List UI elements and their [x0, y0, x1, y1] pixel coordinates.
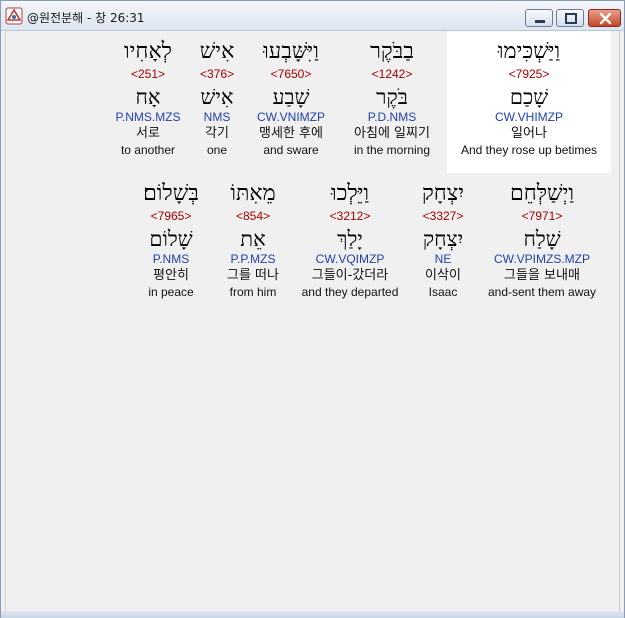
parsing-code: P.NMS [152, 252, 190, 266]
parsing-code: P.D.NMS [367, 110, 417, 124]
word-row2-2[interactable]: יִצְחָק <3327> יִצְחָק NE 이삭이 Isaac [406, 181, 480, 300]
maximize-icon [565, 13, 577, 24]
lemma-word: אָח [135, 85, 161, 109]
window-bottom-border [1, 611, 624, 618]
korean-gloss: 일어나 [511, 126, 547, 141]
korean-gloss: 평안히 [153, 268, 189, 283]
hebrew-word: בַבֹּקֶר [370, 39, 414, 64]
close-button[interactable] [588, 9, 621, 27]
korean-gloss: 서로 [136, 126, 160, 141]
korean-gloss: 각기 [205, 126, 229, 141]
word-row1-3[interactable]: וַיִּשָּׁבְעוּ <7650> שָׁבַע CW.VNIMZP 맹… [245, 39, 337, 158]
minimize-button[interactable] [525, 9, 553, 27]
strong-number-link[interactable]: <7650> [245, 67, 337, 82]
english-gloss: and they departed [301, 285, 399, 299]
english-gloss: and sware [263, 143, 319, 157]
lemma-word: יָלַךְ [337, 227, 363, 251]
lemma-word: בֹּקֶר [376, 85, 408, 109]
parsing-code: P.P.MZS [230, 252, 276, 266]
lemma-word: אֵת [240, 227, 266, 251]
korean-gloss: 아침에 일찌기 [354, 126, 430, 141]
english-gloss: to another [120, 143, 176, 157]
parsing-code: CW.VHIMZP [495, 110, 563, 124]
korean-gloss: 맹세한 후에 [259, 126, 323, 141]
strong-number-link[interactable]: <3212> [295, 209, 405, 224]
korean-gloss: 그들이-갔더라 [311, 268, 389, 283]
hebrew-word: לְאָחִיו [124, 39, 172, 64]
korean-gloss: 그를 떠나 [227, 268, 279, 283]
lemma-word: שָׁבַע [272, 85, 310, 109]
parsing-code: NMS [203, 110, 231, 124]
close-icon [599, 12, 612, 25]
word-row2-3[interactable]: וַיֵּלְכוּ <3212> יָלַךְ CW.VQIMZP 그들이-갔… [295, 181, 405, 300]
parsing-code: P.NMS.MZS [115, 110, 181, 124]
lemma-word: שָׁלוֹם [149, 227, 193, 251]
maximize-button[interactable] [556, 9, 584, 27]
lemma-word: שָׁלַח [523, 227, 561, 251]
parsing-code: CW.VPIMZS.MZP [494, 252, 590, 266]
english-gloss: Isaac [428, 285, 458, 299]
strong-number-link[interactable]: <1242> [338, 67, 446, 82]
korean-gloss: 그들을 보내매 [504, 268, 580, 283]
lemma-word: שָׁכַם [509, 85, 549, 109]
hebrew-word: יִצְחָק [421, 181, 465, 206]
strong-number-link[interactable]: <7925> [449, 67, 609, 82]
hebrew-word: בְּשָׁלוֹם׃ [143, 181, 199, 206]
hebrew-word: וַיִּשָּׁבְעוּ [263, 39, 319, 64]
app-window: @원전분해 - 창 26:31 וַיַּשְׁכִּימוּ <7925> ש… [0, 0, 625, 618]
hebrew-word: וַיֵּלְכוּ [330, 181, 370, 206]
word-row1-2[interactable]: בַבֹּקֶר <1242> בֹּקֶר P.D.NMS 아침에 일찌기 i… [338, 39, 446, 158]
strong-number-link[interactable]: <251> [107, 67, 189, 82]
parsing-code: CW.VQIMZP [315, 252, 385, 266]
word-row1-1[interactable]: וַיַּשְׁכִּימוּ <7925> שָׁכַם CW.VHIMZP … [449, 39, 609, 158]
strong-number-link[interactable]: <854> [213, 209, 293, 224]
strong-number-link[interactable]: <376> [191, 67, 243, 82]
hebrew-word: מֵאִתּוֹ [230, 181, 276, 206]
title-bar[interactable]: @원전분해 - 창 26:31 [1, 1, 624, 31]
english-gloss: in peace [148, 285, 194, 299]
lemma-word: יִצְחָק [422, 227, 464, 251]
word-row1-5[interactable]: לְאָחִיו <251> אָח P.NMS.MZS 서로 to anoth… [107, 39, 189, 158]
word-row2-5[interactable]: בְּשָׁלוֹם׃ <7965> שָׁלוֹם P.NMS 평안히 in … [131, 181, 211, 300]
english-gloss: one [206, 143, 228, 157]
word-row1-4[interactable]: אִישׁ <376> אִישׁ NMS 각기 one [191, 39, 243, 158]
strong-number-link[interactable]: <7965> [131, 209, 211, 224]
parsing-code: CW.VNIMZP [257, 110, 325, 124]
english-gloss: from him [229, 285, 277, 299]
app-icon[interactable] [5, 7, 23, 25]
english-gloss: and-sent them away [487, 285, 597, 299]
hebrew-word: אִישׁ [199, 39, 235, 64]
minimize-icon [535, 20, 545, 23]
english-gloss: And they rose up betimes [460, 143, 598, 157]
window-title: @원전분해 - 창 26:31 [27, 11, 145, 25]
strong-number-link[interactable]: <7971> [481, 209, 603, 224]
strong-number-link[interactable]: <3327> [406, 209, 480, 224]
english-gloss: in the morning [353, 143, 431, 157]
hebrew-word: וַיַּשְׁכִּימוּ [497, 39, 561, 64]
hebrew-word: וַיְשַׁלְּחֵם [509, 181, 574, 206]
lemma-word: אִישׁ [200, 85, 234, 109]
word-row2-1[interactable]: וַיְשַׁלְּחֵם <7971> שָׁלַח CW.VPIMZS.MZ… [481, 181, 603, 300]
parsing-code: NE [434, 252, 452, 266]
korean-gloss: 이삭이 [425, 268, 461, 283]
word-row2-4[interactable]: מֵאִתּוֹ <854> אֵת P.P.MZS 그를 떠나 from hi… [213, 181, 293, 300]
